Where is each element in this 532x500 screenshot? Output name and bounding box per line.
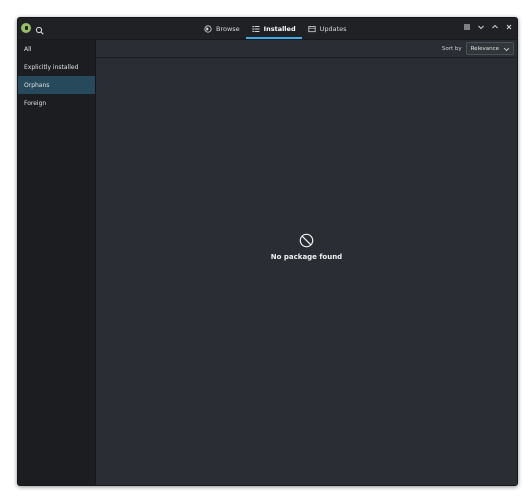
empty-state: No package found: [96, 233, 517, 261]
close-icon: [506, 24, 512, 30]
window-controls: [463, 23, 513, 31]
search-icon: [35, 26, 44, 35]
tab-installed[interactable]: Installed: [245, 18, 302, 39]
maximize-icon: [492, 24, 498, 29]
view-tabs: Browse Installed Updates: [198, 18, 353, 39]
sidebar-item-all[interactable]: All: [18, 40, 95, 58]
sort-dropdown[interactable]: Relevance: [465, 42, 514, 55]
list-icon: [252, 25, 260, 32]
titlebar: Browse Installed Updates: [18, 18, 517, 40]
sidebar-item-label: Explicitly installed: [24, 63, 79, 71]
close-button[interactable]: [505, 23, 513, 31]
menu-button[interactable]: [463, 23, 471, 31]
sort-label: Sort by: [441, 45, 462, 52]
tab-label: Installed: [263, 24, 296, 33]
maximize-button[interactable]: [491, 23, 499, 31]
no-entry-icon: [299, 233, 314, 248]
sidebar-item-foreign[interactable]: Foreign: [18, 94, 95, 112]
updates-icon: [308, 25, 316, 32]
app-window: Browse Installed Updates All Explicitly …: [17, 17, 518, 486]
globe-icon: [204, 24, 212, 33]
search-button[interactable]: [34, 22, 46, 35]
minimize-icon: [478, 25, 484, 30]
sidebar-item-label: Orphans: [24, 81, 50, 89]
sidebar-item-orphans[interactable]: Orphans: [18, 76, 95, 94]
sort-value: Relevance: [470, 45, 499, 52]
hamburger-menu-icon: [464, 24, 470, 30]
main-content: Sort by Relevance No package found: [96, 40, 517, 485]
minimize-button[interactable]: [477, 23, 485, 31]
tab-updates[interactable]: Updates: [302, 18, 353, 39]
tab-browse[interactable]: Browse: [198, 18, 246, 39]
sidebar-item-label: All: [24, 45, 32, 53]
chevron-down-icon: [503, 47, 510, 51]
sort-bar: Sort by Relevance: [96, 40, 517, 58]
sidebar-item-label: Foreign: [24, 99, 47, 107]
app-logo-icon: [21, 23, 31, 33]
tab-label: Updates: [319, 24, 347, 33]
tab-label: Browse: [216, 24, 240, 33]
sidebar-item-explicitly-installed[interactable]: Explicitly installed: [18, 58, 95, 76]
sidebar: All Explicitly installed Orphans Foreign: [18, 40, 96, 485]
empty-message: No package found: [270, 253, 343, 261]
